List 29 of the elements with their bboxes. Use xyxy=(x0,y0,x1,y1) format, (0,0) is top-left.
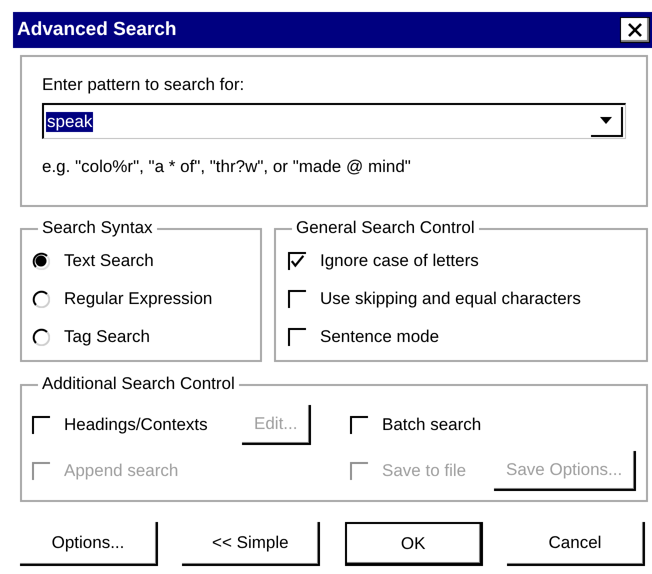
radio-button[interactable] xyxy=(32,290,50,308)
dialog-button[interactable]: Cancel xyxy=(506,522,645,566)
close-icon xyxy=(627,23,643,37)
checkbox-label[interactable]: Use skipping and equal characters xyxy=(320,289,581,309)
window-title: Advanced Search xyxy=(17,19,176,41)
example-text: e.g. "colo%r", "a * of", "thr?w", or "made @ mind" xyxy=(42,157,412,177)
checkbox[interactable] xyxy=(32,416,50,434)
checkbox[interactable] xyxy=(350,416,368,434)
radio-button[interactable] xyxy=(32,252,50,270)
close-button[interactable] xyxy=(620,17,650,43)
checkbox[interactable] xyxy=(288,290,306,308)
checkbox[interactable] xyxy=(288,328,306,346)
checkbox-label[interactable]: Batch search xyxy=(382,415,482,435)
radio-button[interactable] xyxy=(32,328,50,346)
radio-label[interactable]: Regular Expression xyxy=(64,289,212,309)
group-title: Search Syntax xyxy=(38,218,157,238)
checkbox-label[interactable]: Sentence mode xyxy=(320,327,440,347)
dropdown-button[interactable] xyxy=(591,106,623,136)
caret-icon xyxy=(600,117,612,124)
dialog-button[interactable]: Options... xyxy=(20,522,158,566)
checkbox-label[interactable]: Headings/Contexts xyxy=(64,415,208,435)
radio-label[interactable]: Tag Search xyxy=(64,327,150,347)
radio-label[interactable]: Text Search xyxy=(64,251,154,271)
dialog-button[interactable]: OK xyxy=(344,522,483,566)
pattern-label: Enter pattern to search for: xyxy=(42,75,244,94)
checkbox[interactable] xyxy=(288,252,306,270)
pattern-combo[interactable]: speak xyxy=(42,103,626,139)
checkbox-label[interactable]: Ignore case of letters xyxy=(320,251,479,271)
dialog-button[interactable]: << Simple xyxy=(182,522,320,566)
